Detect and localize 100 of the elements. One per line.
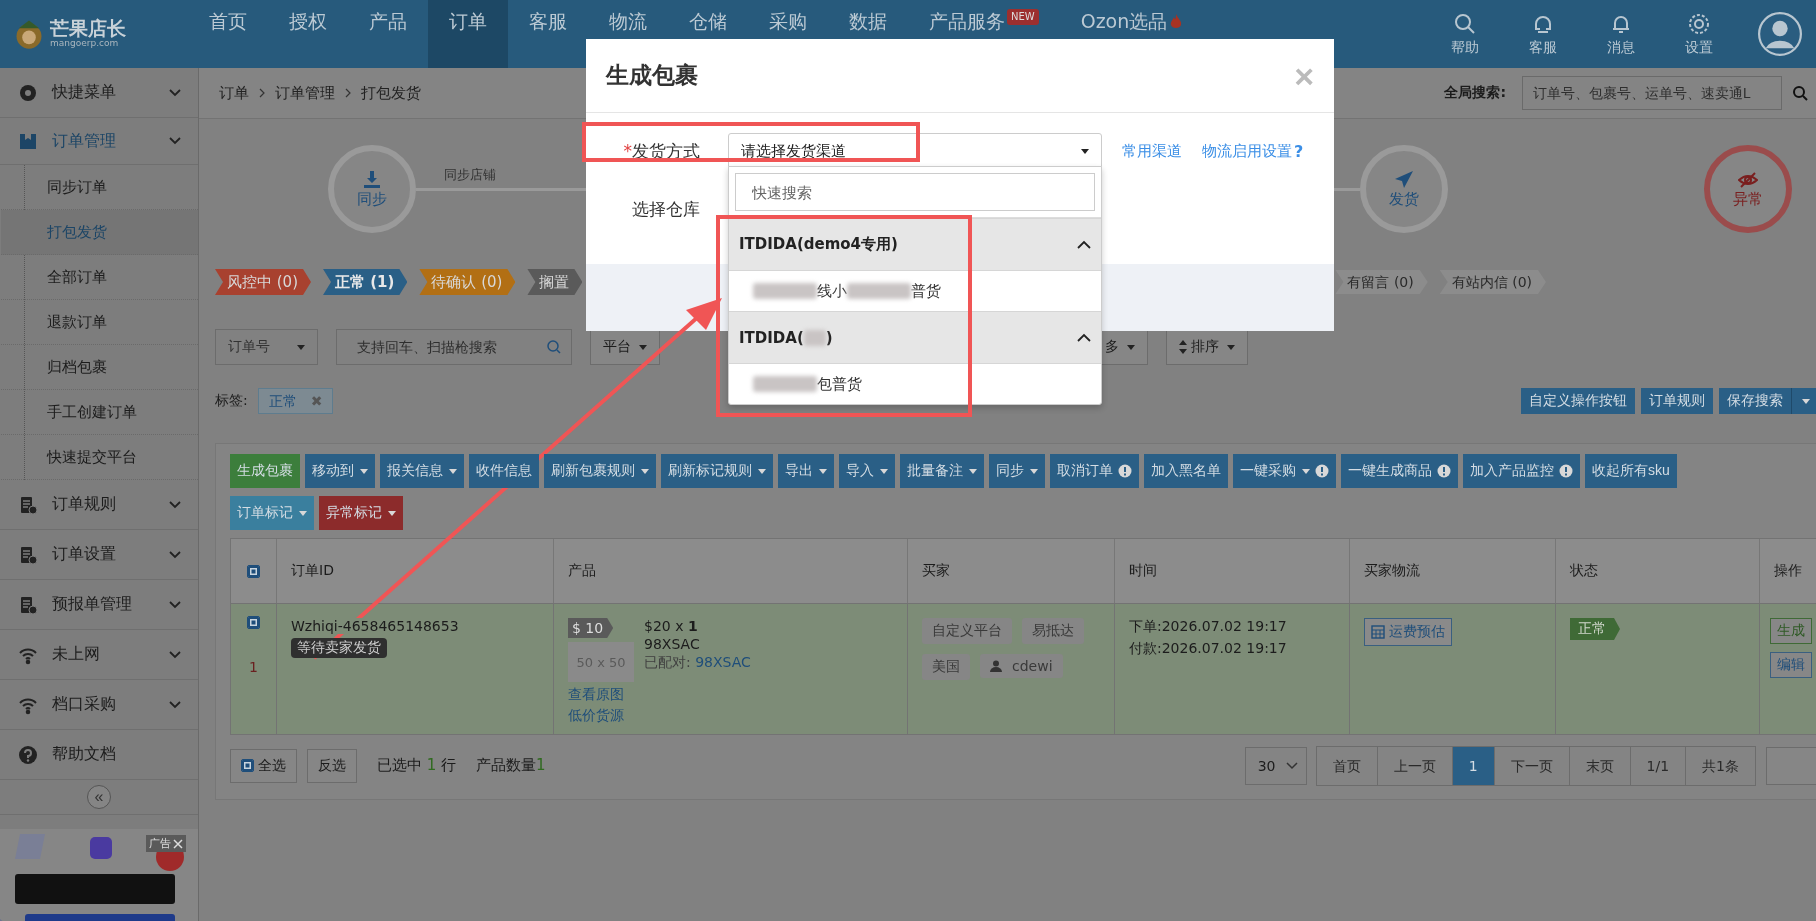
- tool-button[interactable]: 自定义操作按钮: [1521, 388, 1635, 414]
- product-count: 产品数量1: [476, 756, 546, 776]
- action-button[interactable]: 异常标记: [319, 496, 403, 530]
- action-button[interactable]: 导出: [778, 454, 834, 488]
- action-button[interactable]: 一键生成商品: [1341, 454, 1458, 488]
- breadcrumb-link[interactable]: 打包发货: [361, 83, 421, 103]
- action-button[interactable]: 移动到: [305, 454, 375, 488]
- status-tab[interactable]: 正常 (1): [323, 269, 408, 295]
- nav-item[interactable]: 首页: [188, 0, 268, 68]
- action-button[interactable]: 批量备注: [900, 454, 984, 488]
- action-button[interactable]: 同步: [989, 454, 1045, 488]
- page-button[interactable]: 末页: [1568, 745, 1631, 786]
- avatar-icon[interactable]: [1758, 12, 1802, 56]
- sidebar-item[interactable]: 订单设置: [0, 530, 198, 580]
- status-tab[interactable]: 搁置: [527, 269, 583, 295]
- search-icon[interactable]: [1792, 85, 1808, 101]
- tool-button[interactable]: 保存搜索: [1719, 388, 1816, 414]
- sidebar-subitem[interactable]: 归档包裹: [1, 345, 198, 390]
- page-button[interactable]: 1/1: [1629, 745, 1687, 786]
- page-size-select[interactable]: 30: [1244, 746, 1307, 785]
- breadcrumb-link[interactable]: 订单: [219, 83, 249, 103]
- breadcrumb-link[interactable]: 订单管理: [275, 83, 335, 103]
- action-button[interactable]: 订单标记: [230, 496, 314, 530]
- chevron-icon: [259, 88, 265, 98]
- checkbox[interactable]: [247, 564, 260, 578]
- sidebar-item[interactable]: 快捷菜单: [0, 68, 198, 118]
- action-button[interactable]: 生成包裹: [230, 454, 300, 488]
- nav-action[interactable]: 客服: [1504, 11, 1582, 57]
- operation-button[interactable]: 编辑: [1770, 652, 1812, 678]
- dropdown-option[interactable]: 包普货: [729, 364, 1101, 404]
- status-tab[interactable]: 有站内信 (0): [1439, 270, 1546, 294]
- checkbox[interactable]: [247, 616, 260, 629]
- nav-item[interactable]: 授权: [268, 0, 348, 68]
- help-icon[interactable]: ?: [1294, 141, 1304, 161]
- filter-button[interactable]: 平台: [590, 329, 660, 365]
- sidebar-item[interactable]: 帮助文档: [0, 730, 198, 780]
- operation-button[interactable]: 生成: [1770, 618, 1812, 644]
- step-circle[interactable]: 发货: [1360, 145, 1448, 233]
- action-button[interactable]: 收起所有sku: [1585, 454, 1677, 488]
- nav-action[interactable]: 设置: [1660, 11, 1738, 57]
- tag-label: 标签:: [215, 392, 248, 410]
- action-button[interactable]: 加入产品监控: [1463, 454, 1580, 488]
- matched-sku-link[interactable]: 98XSAC: [695, 654, 751, 670]
- tool-button[interactable]: 订单规则: [1641, 388, 1713, 414]
- close-icon[interactable]: [173, 838, 183, 849]
- dropdown-search-field[interactable]: 快速搜索: [735, 173, 1095, 211]
- product-link[interactable]: 查看原图: [568, 686, 624, 703]
- nav-action[interactable]: 消息: [1582, 11, 1660, 57]
- status-tab[interactable]: 风控中 (0): [215, 269, 311, 295]
- modal-link[interactable]: 物流启用设置: [1202, 141, 1292, 161]
- sidebar-item[interactable]: 订单规则: [0, 480, 198, 530]
- sidebar-subitem[interactable]: 全部订单: [1, 255, 198, 300]
- sidebar-subitem[interactable]: 打包发货: [1, 210, 198, 255]
- sidebar-item[interactable]: 预报单管理: [0, 580, 198, 630]
- page-button[interactable]: 下一页: [1493, 745, 1570, 786]
- page-button[interactable]: 1: [1451, 745, 1495, 786]
- action-button[interactable]: 导入: [839, 454, 895, 488]
- sort-button[interactable]: 排序: [1166, 329, 1248, 365]
- sidebar-item[interactable]: 档口采购: [0, 680, 198, 730]
- invert-selection-button[interactable]: 反选: [307, 748, 357, 783]
- step-circle[interactable]: 异常: [1704, 145, 1792, 233]
- step-circle[interactable]: 同步: [328, 145, 416, 233]
- caret-icon: [758, 468, 766, 474]
- nav-item[interactable]: 订单: [428, 0, 508, 68]
- modal-link[interactable]: 常用渠道: [1122, 141, 1182, 161]
- filter-button[interactable]: 多: [1100, 329, 1148, 365]
- nav-action[interactable]: 帮助: [1426, 11, 1504, 57]
- dropdown-group-header[interactable]: ITDIDA( ): [729, 311, 1101, 364]
- collapse-button[interactable]: «: [87, 785, 111, 809]
- dropdown-group-header[interactable]: ITDIDA(demo4专用): [729, 218, 1101, 271]
- action-button[interactable]: 取消订单: [1050, 454, 1139, 488]
- action-button[interactable]: 报关信息: [380, 454, 464, 488]
- sidebar-subitem[interactable]: 手工创建订单: [1, 390, 198, 435]
- product-link[interactable]: 低价货源: [568, 706, 624, 724]
- nav-item[interactable]: Ozon选品: [1059, 0, 1204, 68]
- nav-item[interactable]: 产品: [348, 0, 428, 68]
- select-all-checkbox[interactable]: 全选: [230, 748, 297, 783]
- action-button[interactable]: 刷新标记规则: [661, 454, 773, 488]
- redaction-mark: [753, 283, 817, 299]
- nav-item[interactable]: 客服: [508, 0, 588, 68]
- freight-estimate-button[interactable]: 运费预估: [1364, 618, 1452, 646]
- sidebar-item[interactable]: 订单管理: [0, 118, 198, 165]
- sidebar-subitem[interactable]: 快速提交平台: [1, 435, 198, 480]
- action-button[interactable]: 刷新包裹规则: [544, 454, 656, 488]
- sidebar-subitem[interactable]: 退款订单: [1, 300, 198, 345]
- global-search-field[interactable]: 订单号、包裹号、运单号、速卖通L: [1522, 76, 1782, 110]
- action-button[interactable]: 加入黑名单: [1144, 454, 1228, 488]
- nav-item[interactable]: 产品服务 $^{NEW}$: [908, 0, 1060, 68]
- order-field-select[interactable]: 订单号: [215, 329, 318, 365]
- status-tab[interactable]: 待确认 (0): [419, 269, 516, 295]
- action-button[interactable]: 一键采购: [1233, 454, 1336, 488]
- alert-icon: [1437, 464, 1451, 478]
- search-field[interactable]: 支持回车、扫描枪搜索: [336, 329, 572, 365]
- page-button[interactable]: 共1条: [1685, 745, 1756, 786]
- status-tab[interactable]: 有留言 (0): [1335, 270, 1428, 294]
- page-button[interactable]: 首页: [1315, 745, 1378, 786]
- filter-tag[interactable]: 正常 ✖: [257, 388, 334, 414]
- action-button[interactable]: 收件信息: [469, 454, 539, 488]
- sidebar-item[interactable]: 未上网: [0, 630, 198, 680]
- chevron-icon: [168, 87, 182, 98]
